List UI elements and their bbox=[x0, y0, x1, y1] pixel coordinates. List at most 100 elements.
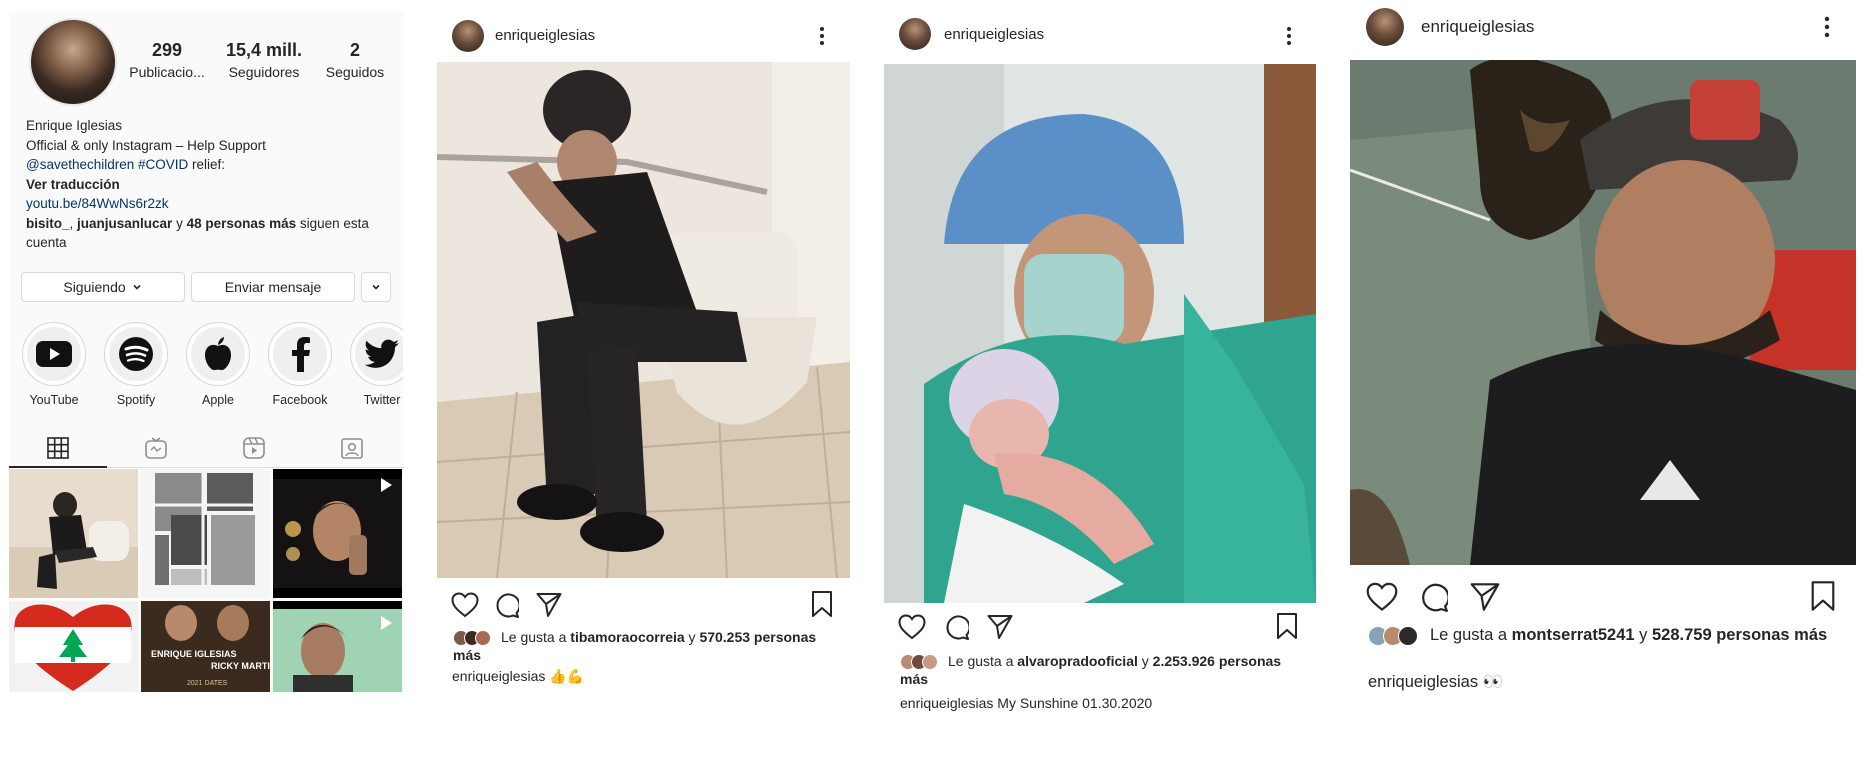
liker-avatar bbox=[1398, 625, 1418, 646]
post-thumbnail-image bbox=[141, 469, 270, 598]
post-thumbnail-image bbox=[9, 469, 138, 598]
caption-text: 👀 bbox=[1478, 673, 1504, 691]
followed-by-sep: , bbox=[69, 215, 78, 231]
profile-avatar[interactable] bbox=[29, 18, 117, 106]
post-avatar[interactable] bbox=[452, 20, 484, 52]
bookmark-icon[interactable] bbox=[1276, 612, 1298, 640]
likes-user: tibamoraocorreia bbox=[570, 629, 685, 645]
tagged-icon bbox=[341, 438, 363, 459]
highlight-label: Spotify bbox=[116, 393, 156, 407]
grid-post-2[interactable] bbox=[141, 469, 270, 598]
followed-by[interactable]: bisito_, juanjusanlucar y 48 personas má… bbox=[26, 214, 396, 253]
bio-website-link[interactable]: youtu.be/84WwNs6r2zk bbox=[26, 194, 396, 214]
translate-link[interactable]: Ver traducción bbox=[26, 175, 396, 195]
post-image-newborn bbox=[884, 64, 1316, 603]
post-panel-3: enriqueiglesias Le gusta a montserrat524… bbox=[1350, 0, 1856, 700]
more-options-icon[interactable] bbox=[1286, 26, 1292, 46]
bio-line-1: Official & only Instagram – Help Support bbox=[26, 137, 266, 153]
caption-username[interactable]: enriqueiglesias bbox=[900, 695, 993, 711]
post-photo[interactable] bbox=[884, 64, 1316, 603]
more-options-icon[interactable] bbox=[819, 26, 825, 46]
post-username[interactable]: enriqueiglesias bbox=[495, 27, 595, 44]
highlight-twitter[interactable]: Twitter bbox=[345, 322, 403, 407]
comment-icon[interactable] bbox=[493, 592, 519, 618]
likes-prefix: Le gusta a bbox=[948, 653, 1018, 669]
chevron-down-icon bbox=[372, 284, 380, 290]
following-button[interactable]: Siguiendo bbox=[21, 272, 185, 302]
reels-icon bbox=[243, 437, 265, 459]
igtv-icon bbox=[145, 437, 167, 459]
facebook-icon bbox=[292, 337, 310, 372]
stat-posts-value: 299 bbox=[151, 40, 183, 60]
highlight-label: YouTube bbox=[29, 393, 79, 407]
highlight-label: Twitter bbox=[363, 393, 401, 407]
like-heart-icon[interactable] bbox=[898, 614, 926, 640]
liker-avatar bbox=[922, 654, 938, 671]
post-avatar[interactable] bbox=[1366, 8, 1404, 46]
caption-text: 👍💪 bbox=[545, 668, 585, 684]
stat-followers-value: 15,4 mill. bbox=[225, 40, 303, 60]
tab-reels[interactable] bbox=[205, 436, 303, 468]
post-photo[interactable] bbox=[437, 62, 850, 578]
thumb-text-ricky: RICKY MARTIN bbox=[211, 661, 270, 671]
likes-text[interactable]: Le gusta a montserrat5241 y 528.759 pers… bbox=[1368, 625, 1848, 646]
highlight-youtube[interactable]: YouTube bbox=[17, 322, 91, 407]
stat-followers[interactable]: 15,4 mill. Seguidores bbox=[216, 40, 312, 80]
caption-username[interactable]: enriqueiglesias bbox=[452, 668, 545, 684]
suggested-accounts-button[interactable] bbox=[361, 272, 391, 302]
grid-post-6[interactable] bbox=[273, 601, 402, 692]
followed-by-user-1: bisito_ bbox=[26, 215, 70, 231]
post-username[interactable]: enriqueiglesias bbox=[944, 26, 1044, 43]
tab-tagged[interactable] bbox=[303, 436, 401, 468]
send-message-button[interactable]: Enviar mensaje bbox=[191, 272, 355, 302]
share-icon[interactable] bbox=[987, 614, 1013, 640]
post-avatar[interactable] bbox=[899, 18, 931, 50]
likes-text[interactable]: Le gusta a alvaropradooficial y 2.253.92… bbox=[900, 652, 1300, 688]
apple-icon bbox=[205, 337, 231, 371]
post-image-bathroom bbox=[437, 62, 850, 578]
highlight-spotify[interactable]: Spotify bbox=[99, 322, 173, 407]
grid-post-5[interactable]: ENRIQUE IGLESIAS RICKY MARTIN 2021 DATES bbox=[141, 601, 270, 692]
post-username[interactable]: enriqueiglesias bbox=[1421, 17, 1534, 37]
highlight-label: Apple bbox=[202, 393, 234, 407]
youtube-icon bbox=[36, 341, 72, 367]
share-icon[interactable] bbox=[1470, 582, 1500, 612]
like-heart-icon[interactable] bbox=[1366, 582, 1398, 612]
grid-post-3[interactable] bbox=[273, 469, 402, 598]
bookmark-icon[interactable] bbox=[811, 590, 833, 618]
bookmark-icon[interactable] bbox=[1810, 580, 1836, 612]
grid-post-4[interactable] bbox=[9, 601, 138, 692]
grid-post-1[interactable] bbox=[9, 469, 138, 598]
highlight-apple[interactable]: Apple bbox=[181, 322, 255, 407]
more-options-icon[interactable] bbox=[1824, 16, 1830, 38]
likes-user: alvaropradooficial bbox=[1017, 653, 1138, 669]
bio-hashtag[interactable]: #COVID bbox=[138, 157, 188, 172]
stat-posts-label: Publicacio... bbox=[129, 64, 205, 80]
highlight-facebook[interactable]: Facebook bbox=[263, 322, 337, 407]
comment-icon[interactable] bbox=[943, 614, 969, 640]
likes-text[interactable]: Le gusta a tibamoraocorreia y 570.253 pe… bbox=[453, 628, 843, 664]
caption-username[interactable]: enriqueiglesias bbox=[1368, 673, 1478, 691]
caption-text: My Sunshine 01.30.2020 bbox=[993, 695, 1153, 711]
bio-mention[interactable]: @savethechildren bbox=[26, 157, 134, 172]
like-heart-icon[interactable] bbox=[451, 592, 479, 618]
liker-avatar bbox=[475, 630, 491, 647]
tab-grid[interactable] bbox=[9, 436, 107, 468]
stat-posts[interactable]: 299 Publicacio... bbox=[127, 40, 207, 80]
likes-prefix: Le gusta a bbox=[501, 629, 571, 645]
post-panel-1: enriqueiglesias Le gusta a tibamoraocorr… bbox=[437, 12, 850, 692]
send-message-label: Enviar mensaje bbox=[224, 279, 322, 295]
highlight-label: Facebook bbox=[272, 393, 328, 407]
post-photo[interactable] bbox=[1350, 60, 1856, 565]
likes-mid: y bbox=[684, 629, 700, 645]
post-thumbnail-image: ENRIQUE IGLESIAS RICKY MARTIN 2021 DATES bbox=[141, 601, 270, 692]
comment-icon[interactable] bbox=[1418, 582, 1448, 612]
followed-by-user-2: juanjusanlucar bbox=[77, 215, 173, 231]
spotify-icon bbox=[119, 337, 153, 371]
bio-line-2: @savethechildren #COVID relief: bbox=[26, 155, 396, 175]
tab-igtv[interactable] bbox=[107, 436, 205, 468]
bio-line-2-rest: relief: bbox=[188, 157, 226, 172]
share-icon[interactable] bbox=[536, 592, 562, 618]
stat-following[interactable]: 2 Seguidos bbox=[315, 40, 395, 80]
followed-by-mid: y bbox=[172, 215, 187, 231]
